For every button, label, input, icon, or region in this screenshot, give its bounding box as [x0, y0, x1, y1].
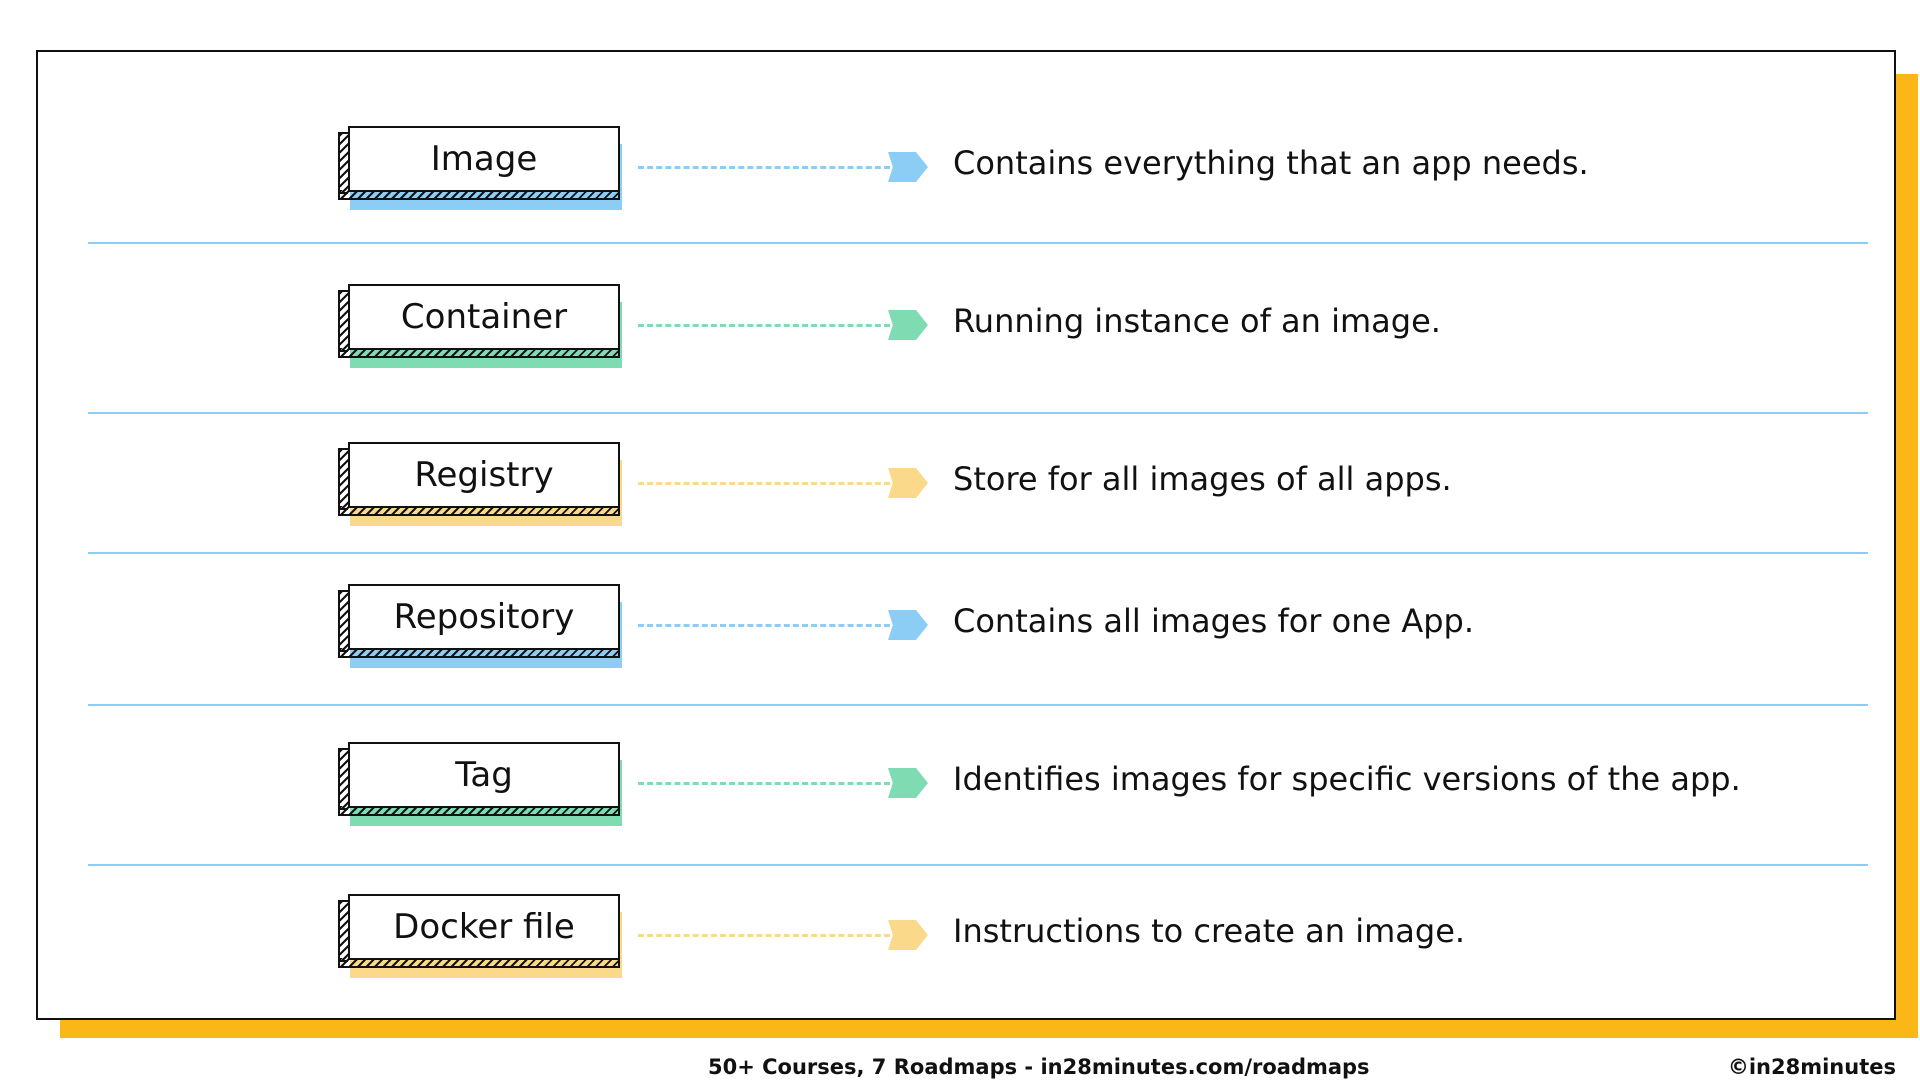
definition-text: Identifies images for specific versions … — [953, 760, 1741, 798]
definition-text: Contains all images for one App. — [953, 602, 1475, 640]
footer-courses-link: 50+ Courses, 7 Roadmaps - in28minutes.co… — [708, 1055, 1370, 1079]
arrow-tag-icon — [888, 610, 928, 640]
term-label: Image — [430, 139, 538, 179]
definition-text: Contains everything that an app needs. — [953, 144, 1589, 182]
term-box: Docker file — [338, 894, 620, 968]
arrow-tag-icon — [888, 768, 928, 798]
definition-text: Running instance of an image. — [953, 302, 1441, 340]
divider — [88, 412, 1868, 414]
arrow-tag-icon — [888, 152, 928, 182]
term-box: Tag — [338, 742, 620, 816]
term-label: Tag — [455, 755, 513, 795]
term-box: Registry — [338, 442, 620, 516]
term-box: Container — [338, 284, 620, 358]
dashed-connector — [638, 934, 890, 937]
arrow-tag-icon — [888, 310, 928, 340]
dashed-connector — [638, 324, 890, 327]
divider — [88, 704, 1868, 706]
term-label: Registry — [414, 455, 554, 495]
term-box: Repository — [338, 584, 620, 658]
row-container: Container Running instance of an image. — [38, 284, 1894, 404]
dashed-connector — [638, 482, 890, 485]
dashed-connector — [638, 166, 890, 169]
row-tag: Tag Identifies images for specific versi… — [38, 742, 1894, 862]
term-box: Image — [338, 126, 620, 200]
definition-text: Instructions to create an image. — [953, 912, 1466, 950]
term-label: Repository — [393, 597, 575, 637]
dashed-connector — [638, 782, 890, 785]
diagram-frame: Image Contains everything that an app ne… — [36, 50, 1896, 1020]
row-image: Image Contains everything that an app ne… — [38, 126, 1894, 246]
row-dockerfile: Docker file Instructions to create an im… — [38, 894, 1894, 1014]
definition-text: Store for all images of all apps. — [953, 460, 1452, 498]
row-registry: Registry Store for all images of all app… — [38, 442, 1894, 562]
term-label: Container — [400, 297, 568, 337]
arrow-tag-icon — [888, 920, 928, 950]
dashed-connector — [638, 624, 890, 627]
term-label: Docker file — [393, 907, 575, 947]
arrow-tag-icon — [888, 468, 928, 498]
divider — [88, 864, 1868, 866]
footer-copyright: ©in28minutes — [1727, 1055, 1896, 1079]
row-repository: Repository Contains all images for one A… — [38, 584, 1894, 704]
